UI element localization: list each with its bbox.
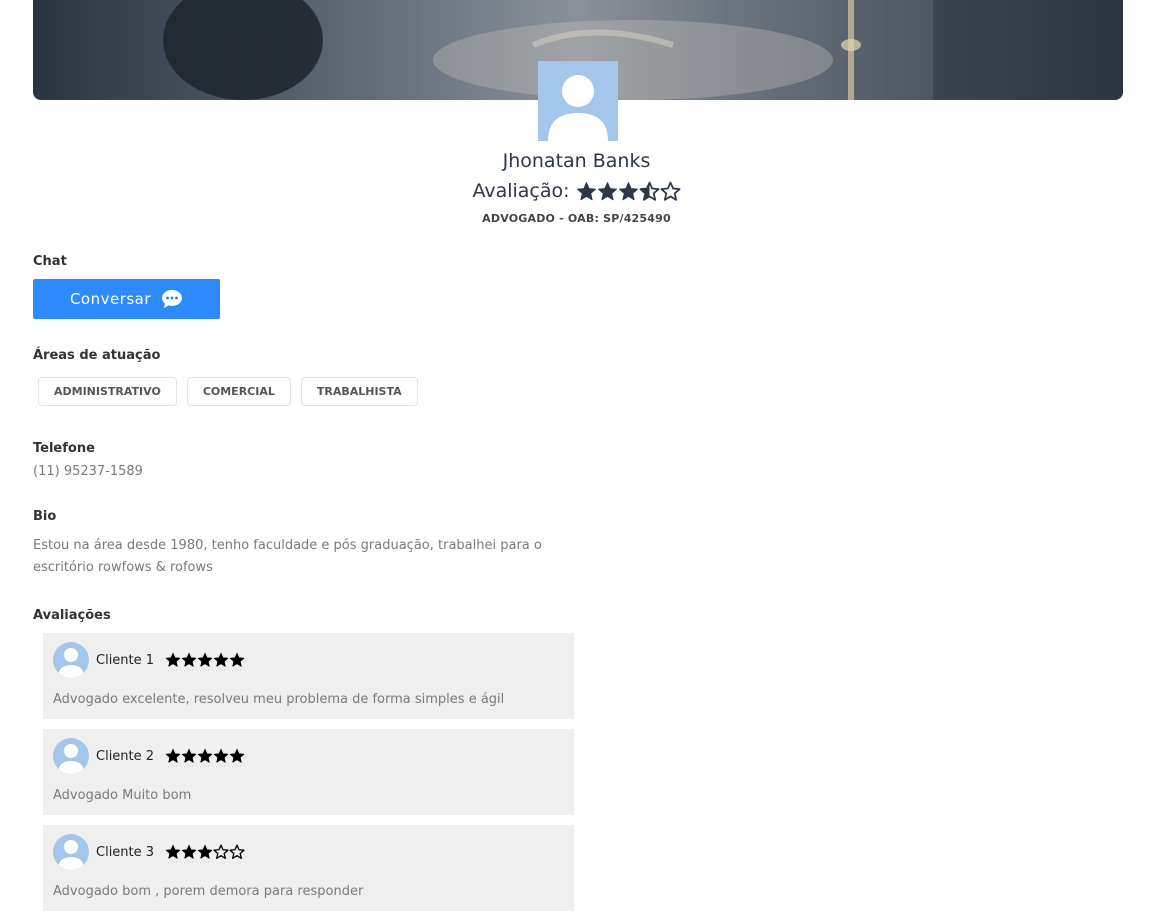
review-card: Cliente 3 Advogado bom , porem demora pa…: [43, 825, 574, 911]
reviewer-avatar: [53, 834, 89, 870]
review-stars: [165, 844, 245, 860]
reviewer-name: Cliente 2: [96, 748, 155, 764]
user-silhouette-icon: [58, 744, 84, 774]
chat-button-label: Conversar: [69, 290, 152, 308]
area-chip[interactable]: COMERCIAL: [186, 377, 291, 406]
reviewer-name: Cliente 3: [96, 844, 155, 860]
area-chip[interactable]: TRABALHISTA: [300, 377, 418, 406]
star-full-icon: [181, 748, 197, 763]
star-full-icon: [197, 844, 213, 859]
star-full-icon: [229, 748, 245, 763]
profile-rating: Avaliação:: [0, 180, 1153, 202]
reviewer-name: Cliente 1: [96, 652, 155, 668]
rating-label: Avaliação:: [472, 180, 570, 202]
reviewer-avatar: [53, 642, 89, 678]
chat-button[interactable]: Conversar: [33, 279, 220, 319]
user-silhouette-icon: [548, 75, 608, 141]
rating-stars: [576, 181, 681, 202]
reviewer-avatar: [53, 738, 89, 774]
star-half-icon: [639, 181, 660, 201]
bio-text: Estou na área desde 1980, tenho faculdad…: [33, 538, 542, 575]
chat-bubble-icon: [162, 290, 183, 308]
profile-name: Jhonatan Banks: [502, 150, 651, 172]
star-full-icon: [197, 748, 213, 763]
areas-section-label: Áreas de atuação: [33, 348, 161, 363]
profession-oab: ADVOGADO - OAB: SP/425490: [482, 212, 671, 225]
star-full-icon: [197, 652, 213, 667]
review-card: Cliente 2 Advogado Muito bom: [43, 729, 574, 815]
star-full-icon: [597, 181, 617, 200]
review-text: Advogado excelente, resolveu meu problem…: [53, 692, 505, 707]
star-empty-icon: [660, 181, 681, 201]
review-card: Cliente 1 Advogado excelente, resolveu m…: [43, 633, 574, 719]
star-full-icon: [576, 181, 596, 200]
chat-section-label: Chat: [33, 254, 67, 269]
bio-section-label: Bio: [33, 509, 57, 524]
star-full-icon: [213, 748, 229, 763]
user-silhouette-icon: [58, 648, 84, 678]
star-full-icon: [165, 844, 181, 859]
star-full-icon: [618, 181, 638, 200]
practice-areas-list: ADMINISTRATIVO COMERCIAL TRABALHISTA: [38, 377, 418, 406]
star-empty-icon: [229, 844, 245, 859]
star-full-icon: [165, 652, 181, 667]
star-full-icon: [229, 652, 245, 667]
star-full-icon: [181, 844, 197, 859]
profile-avatar: [538, 61, 618, 141]
review-stars: [165, 652, 245, 668]
phone-number: (11) 95237-1589: [33, 464, 143, 479]
review-text: Advogado Muito bom: [53, 788, 192, 803]
star-full-icon: [213, 652, 229, 667]
star-full-icon: [181, 652, 197, 667]
review-stars: [165, 748, 245, 764]
star-empty-icon: [213, 844, 229, 859]
review-text: Advogado bom , porem demora para respond…: [53, 884, 364, 899]
lawyer-profile-page: Jhonatan Banks Avaliação: ADVOGADO - OAB…: [0, 0, 1153, 923]
phone-section-label: Telefone: [33, 441, 95, 456]
user-silhouette-icon: [58, 840, 84, 870]
star-full-icon: [165, 748, 181, 763]
reviews-section-label: Avaliações: [33, 608, 111, 623]
area-chip[interactable]: ADMINISTRATIVO: [38, 377, 177, 406]
